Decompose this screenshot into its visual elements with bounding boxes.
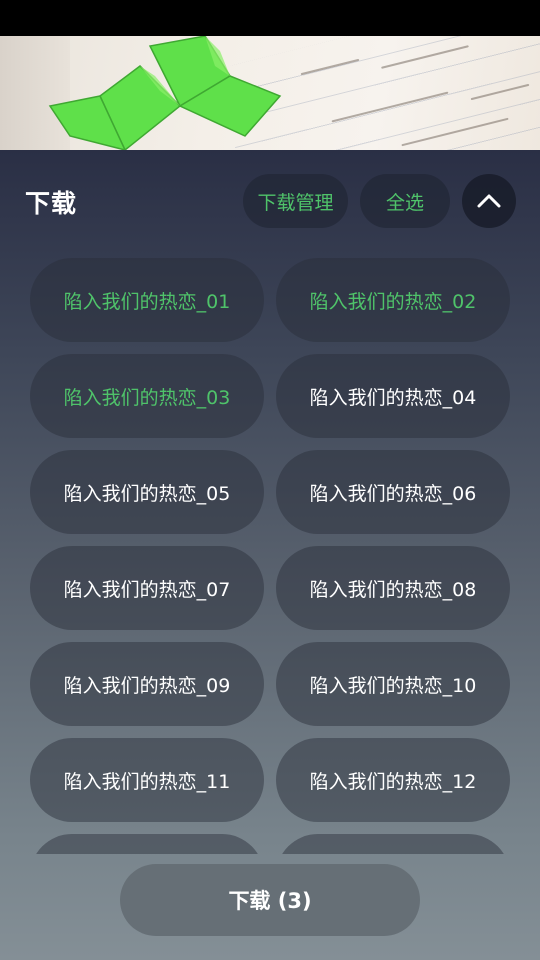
download-button[interactable]: 下载 (3): [120, 864, 420, 936]
episode-item[interactable]: 陷入我们的热恋_09: [30, 642, 264, 726]
episode-item[interactable]: 陷入我们的热恋_01: [30, 258, 264, 342]
clover-icon: [48, 36, 282, 150]
episode-item[interactable]: 陷入我们的热恋_12: [276, 738, 510, 822]
video-cover-image: [0, 36, 540, 150]
episode-item[interactable]: 陷入我们的热恋_10: [276, 642, 510, 726]
select-all-button[interactable]: 全选: [360, 174, 450, 228]
episode-item[interactable]: [30, 834, 264, 854]
episode-item[interactable]: 陷入我们的热恋_04: [276, 354, 510, 438]
episode-item[interactable]: 陷入我们的热恋_07: [30, 546, 264, 630]
episode-item[interactable]: 陷入我们的热恋_05: [30, 450, 264, 534]
episode-grid: 陷入我们的热恋_01 陷入我们的热恋_02 陷入我们的热恋_03 陷入我们的热恋_04…: [0, 250, 540, 854]
episode-item[interactable]: 陷入我们的热恋_11: [30, 738, 264, 822]
episode-item[interactable]: 陷入我们的热恋_06: [276, 450, 510, 534]
episode-item[interactable]: 陷入我们的热恋_02: [276, 258, 510, 342]
episode-item[interactable]: 陷入我们的热恋_03: [30, 354, 264, 438]
chevron-up-icon: [477, 194, 501, 208]
status-bar: [0, 0, 540, 36]
episode-item[interactable]: 陷入我们的热恋_08: [276, 546, 510, 630]
sheet-title: 下载: [25, 189, 78, 218]
download-sheet: 下载 下载管理 全选 陷入我们的热恋_01 陷入我们的热恋_02 陷入我们的热恋_0…: [0, 150, 540, 960]
episode-item[interactable]: [276, 834, 510, 854]
collapse-button[interactable]: [462, 174, 516, 228]
download-manage-button[interactable]: 下载管理: [243, 174, 348, 228]
